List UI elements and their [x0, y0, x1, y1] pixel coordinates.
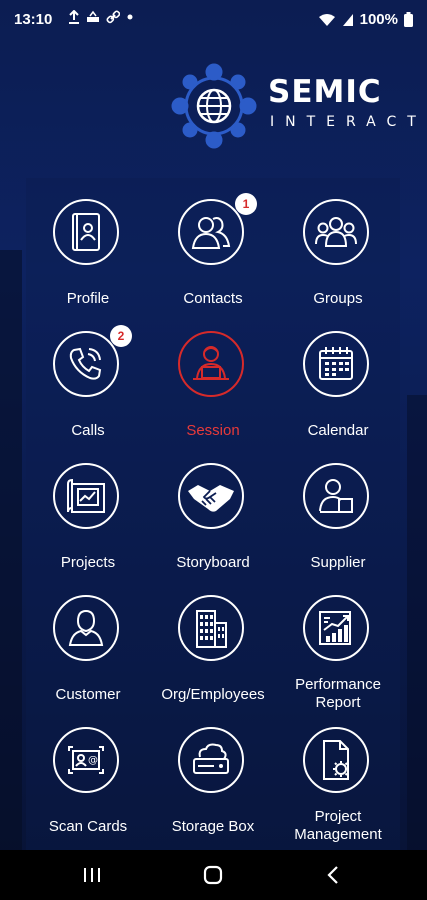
tile-profile[interactable]: Profile [26, 196, 150, 328]
groups-circle [303, 199, 369, 265]
calls-badge: 2 [110, 325, 132, 347]
supplier-circle [303, 463, 369, 529]
tile-label: Projects [60, 554, 116, 571]
tile-label: Calls [71, 422, 105, 439]
tile-label-line1: Project [314, 808, 362, 825]
status-time: 13:10 [14, 11, 53, 28]
back-icon [327, 866, 338, 884]
notification-icons [68, 10, 134, 24]
calendar-icon [319, 347, 353, 380]
tile-storage-box[interactable]: Storage Box [151, 724, 275, 856]
globe-network-icon [171, 63, 257, 149]
tile-label: Org/Employees [161, 686, 265, 703]
document-gear-icon [323, 740, 349, 780]
tile-project-management[interactable]: Project Management [276, 724, 400, 856]
home-icon [203, 865, 223, 885]
customer-icon [68, 609, 104, 646]
tile-label: Groups [313, 290, 363, 307]
cloud-storage-icon [193, 743, 229, 774]
contacts-icon [191, 217, 231, 249]
session-circle [178, 331, 244, 397]
tile-groups[interactable]: Groups [276, 196, 400, 328]
contacts-circle [178, 199, 244, 265]
tile-scan-cards[interactable]: @ Scan Cards [26, 724, 150, 856]
tile-label-line2: Report [315, 694, 361, 711]
building-icon [196, 610, 227, 648]
tile-customer[interactable]: Customer [26, 592, 150, 724]
project-mgmt-circle [303, 727, 369, 793]
link-icon [106, 10, 120, 24]
back-button[interactable] [313, 860, 353, 890]
tile-supplier[interactable]: Supplier [276, 460, 400, 592]
report-chart-icon [319, 611, 351, 645]
tile-calendar[interactable]: Calendar [276, 328, 400, 460]
tile-calls[interactable]: 2 Calls [26, 325, 150, 460]
contacts-badge: 1 [235, 193, 257, 215]
scan-cards-circle: @ [53, 727, 119, 793]
tile-label: Storage Box [171, 818, 255, 835]
scan-card-icon: @ [68, 746, 104, 774]
tile-label: Storyboard [176, 554, 250, 571]
tile-session[interactable]: Session [151, 328, 275, 460]
signal-icon [342, 13, 353, 26]
tile-storyboard[interactable]: Storyboard [151, 460, 275, 592]
system-nav-bar [0, 850, 427, 900]
handshake-icon [188, 485, 234, 512]
home-button[interactable] [193, 860, 233, 890]
org-circle [178, 595, 244, 661]
app-logo: SEMIC INTERACT [168, 60, 423, 152]
tile-label: Session [186, 422, 240, 439]
tile-label-line1: Performance [295, 676, 381, 693]
tile-contacts[interactable]: 1 Contacts [151, 193, 275, 328]
projects-circle [53, 463, 119, 529]
session-icon [193, 346, 229, 380]
drive-icon [87, 10, 99, 22]
report-circle [303, 595, 369, 661]
wifi-icon [318, 13, 335, 26]
dot-icon [127, 14, 133, 20]
tile-label: Calendar [307, 422, 369, 439]
recent-apps-icon [84, 868, 100, 882]
tile-projects[interactable]: Projects [26, 460, 150, 592]
calls-circle [53, 331, 119, 397]
recent-apps-button[interactable] [72, 860, 112, 890]
tile-org-employees[interactable]: Org/Employees [151, 592, 275, 724]
svg-text:@: @ [88, 755, 98, 766]
blueprint-icon [67, 478, 105, 513]
tile-label: Customer [55, 686, 121, 703]
supplier-icon [319, 479, 353, 513]
status-bar: 13:10 100% [0, 0, 427, 38]
profile-circle [53, 199, 119, 265]
storyboard-circle [178, 463, 244, 529]
upload-icon [69, 10, 79, 24]
battery-percent: 100% [359, 11, 398, 28]
groups-icon [315, 217, 357, 247]
tile-label: Scan Cards [48, 818, 128, 835]
logo-subtitle: INTERACT [270, 114, 427, 130]
status-right: 100% [318, 11, 413, 28]
tile-label: Profile [66, 290, 110, 307]
tile-performance-report[interactable]: Performance Report [276, 592, 400, 724]
phone-icon [69, 347, 102, 380]
tile-label: Contacts [183, 290, 243, 307]
logo-title: SEMIC [268, 74, 382, 110]
calendar-circle [303, 331, 369, 397]
menu-grid: Profile 1 Contacts Groups 2 Calls Sessio… [26, 193, 400, 856]
tile-label: Supplier [310, 554, 366, 571]
profile-book-icon [72, 213, 100, 251]
tile-label-line2: Management [294, 826, 382, 843]
storage-circle [178, 727, 244, 793]
battery-icon [404, 12, 413, 27]
customer-circle [53, 595, 119, 661]
